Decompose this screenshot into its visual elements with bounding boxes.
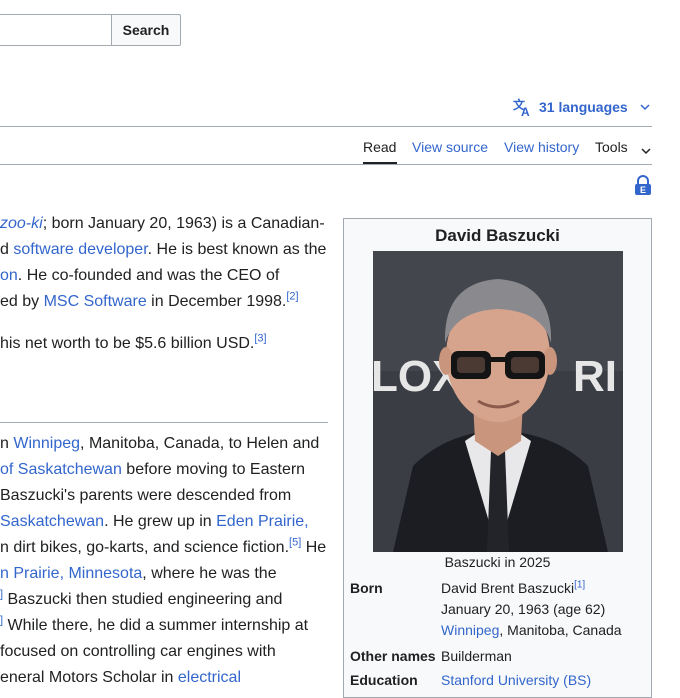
svg-text:A: A [521, 105, 530, 117]
early-life-line-6: n Prairie, Minnesota, where he was the [0, 561, 277, 587]
university-of-saskatchewan-link[interactable]: of Saskatchewan [0, 461, 122, 478]
software-developer-link[interactable]: software developer [13, 241, 147, 258]
page-tabs: Read View source View history Tools [0, 138, 680, 164]
early-life-line-4: Saskatchewan. He grew up in Eden Prairie… [0, 509, 309, 535]
body-text: Baszucki's parents were descended from [0, 487, 292, 504]
early-life-line-10: eneral Motors Scholar in electrical [0, 665, 241, 691]
infobox-title: David Baszucki [435, 226, 560, 245]
intro-text: d [0, 241, 14, 258]
chevron-down-icon [641, 141, 651, 159]
body-text: Baszucki then studied engineering and [3, 591, 283, 608]
early-life-line-8: ] While there, he did a summer internshi… [0, 613, 308, 639]
intro-text: his net worth to be $5.6 billion USD. [0, 335, 255, 352]
section-heading-divider [0, 422, 328, 423]
early-life-line-3: Baszucki's parents were descended from [0, 483, 291, 509]
intro-line-2: d software developer. He is best known a… [0, 237, 326, 263]
eden-prairie-minnesota-link[interactable]: n Prairie, Minnesota [0, 565, 142, 582]
intro-line-3: on. He co-founded and was the CEO of [0, 263, 279, 289]
pronunciation-link[interactable]: zoo-ki [0, 215, 43, 232]
eden-prairie-link[interactable]: Eden Prairie, [216, 513, 309, 530]
born-place-text: , Manitoba, Canada [499, 622, 622, 638]
photo-caption: Baszucki in 2025 [444, 554, 551, 570]
languages-label: 31 languages [539, 99, 628, 115]
intro-text: ; born January 20, 1963) is a Canadian- [42, 215, 325, 232]
intro-text: . He is best known as the [147, 241, 327, 258]
reference-link[interactable]: [2] [286, 291, 298, 303]
body-text: focused on controlling car engines with [0, 643, 276, 660]
msc-software-link[interactable]: MSC Software [44, 293, 147, 310]
born-label: Born [350, 580, 383, 596]
winnipeg-link[interactable]: Winnipeg [441, 622, 499, 638]
roblox-corporation-link[interactable]: on [0, 267, 18, 284]
intro-line-4: ed by MSC Software in December 1998.[2] [0, 289, 299, 315]
winnipeg-link[interactable]: Winnipeg [13, 435, 80, 452]
tabs-divider [0, 164, 652, 165]
tools-label: Tools [595, 139, 628, 155]
other-names-value: Builderman [441, 648, 512, 664]
electrical-engineering-link[interactable]: electrical [178, 669, 241, 686]
translate-icon: 文 A [513, 97, 533, 117]
tab-tools[interactable]: Tools [595, 138, 628, 156]
other-names-label: Other names [350, 648, 436, 664]
reference-link[interactable]: [3] [254, 333, 266, 345]
intro-text: . He co-founded and was the CEO of [17, 267, 280, 284]
semi-protection-lock-icon[interactable]: E [634, 175, 652, 200]
born-place: Winnipeg, Manitoba, Canada [441, 620, 622, 641]
early-life-line-7: ] Baszucki then studied engineering and [0, 587, 282, 613]
education-value[interactable]: Stanford University (BS) [441, 670, 591, 691]
body-text: n dirt bikes, go-karts, and science fict… [0, 539, 290, 556]
tab-view-history[interactable]: View history [504, 138, 579, 156]
intro-text: in December 1998. [146, 293, 287, 310]
saskatchewan-link[interactable]: Saskatchewan [0, 513, 104, 530]
early-life-line-9: focused on controlling car engines with [0, 639, 276, 665]
early-life-line-1: n Winnipeg, Manitoba, Canada, to Helen a… [0, 431, 319, 457]
body-text: . He grew up in [104, 513, 217, 530]
body-text: , Manitoba, Canada, to Helen and [80, 435, 320, 452]
body-text: eneral Motors Scholar in [0, 669, 178, 686]
portrait-photo[interactable]: LOX RI [373, 251, 623, 552]
reference-link[interactable]: [1] [574, 579, 585, 590]
intro-text: ed by [0, 293, 44, 310]
intro-line-5: his net worth to be $5.6 billion USD.[3] [0, 331, 267, 357]
born-name-text: David Brent Baszucki [441, 580, 575, 596]
born-date: January 20, 1963 (age 62) [441, 601, 606, 617]
chevron-down-icon [640, 103, 650, 111]
body-text: n [0, 435, 14, 452]
intro-line-1: zoo-ki; born January 20, 1963) is a Cana… [0, 211, 325, 237]
header-divider [0, 126, 652, 127]
tab-view-source[interactable]: View source [412, 138, 488, 156]
tab-read[interactable]: Read [363, 138, 396, 156]
svg-text:E: E [640, 185, 646, 195]
body-text: , where he was the [142, 565, 277, 582]
early-life-line-5: n dirt bikes, go-karts, and science fict… [0, 535, 326, 561]
languages-button[interactable]: 文 A 31 languages [513, 97, 650, 117]
education-label: Education [350, 672, 418, 688]
born-name: David Brent Baszucki[1] [441, 578, 585, 599]
early-life-line-2: of Saskatchewan before moving to Eastern [0, 457, 305, 483]
search-button[interactable]: Search [111, 14, 181, 46]
backdrop-text-right: RI [573, 352, 617, 401]
search-input[interactable] [0, 14, 112, 46]
reference-link[interactable]: [5] [289, 537, 301, 549]
body-text: While there, he did a summer internship … [3, 617, 309, 634]
body-text: He [301, 539, 327, 556]
body-text: before moving to Eastern [121, 461, 306, 478]
